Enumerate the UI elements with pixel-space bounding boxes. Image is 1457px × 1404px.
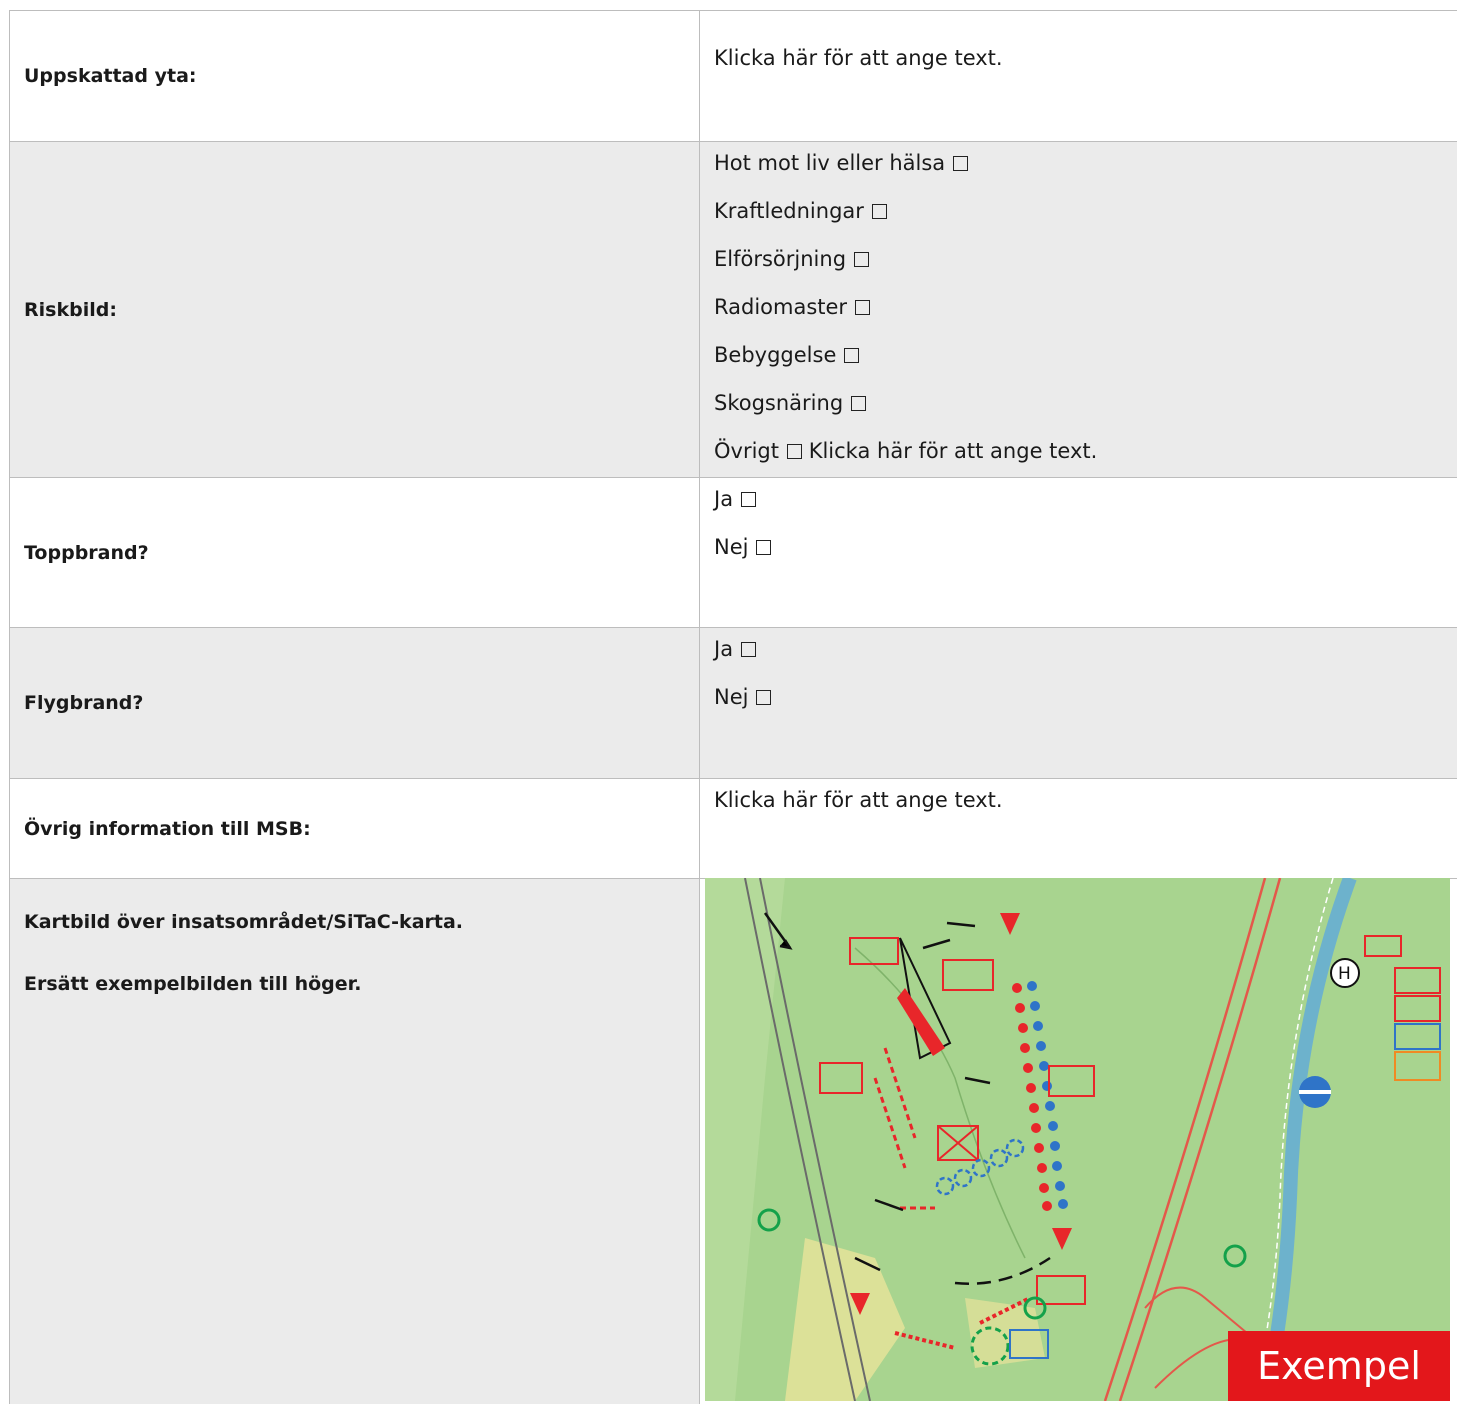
other-info-field[interactable]: Klicka här för att ange text. [700, 779, 1457, 878]
example-stamp: Exempel [1228, 1331, 1450, 1401]
risk-option-power-supply[interactable]: Elförsörjning [714, 244, 1457, 292]
other-info-label: Övrig information till MSB: [10, 779, 700, 878]
row-fly-fire: Flygbrand? Ja Nej [9, 628, 1457, 779]
risk-option-forestry[interactable]: Skogsnäring [714, 388, 1457, 436]
risk-option-powerlines[interactable]: Kraftledningar [714, 196, 1457, 244]
estimated-area-field[interactable]: Klicka här för att ange text. [700, 11, 1457, 141]
risk-option-buildings[interactable]: Bebyggelse [714, 340, 1457, 388]
checkbox[interactable] [741, 492, 757, 507]
fly-fire-label: Flygbrand? [10, 628, 700, 778]
checkbox[interactable] [854, 252, 870, 267]
risk-option-radio-masts[interactable]: Radiomaster [714, 292, 1457, 340]
map-image[interactable]: H Exempel [705, 878, 1450, 1401]
risk-option-life[interactable]: Hot mot liv eller hälsa [714, 148, 1457, 196]
checkbox[interactable] [756, 690, 772, 705]
sitac-map: H [705, 878, 1450, 1401]
top-fire-label: Toppbrand? [10, 478, 700, 627]
map-label-instruction: Ersätt exempelbilden till höger. [24, 973, 362, 995]
estimated-area-label: Uppskattad yta: [10, 11, 700, 141]
risk-label: Riskbild: [10, 142, 700, 477]
other-text-field[interactable]: Klicka här för att ange text. [809, 439, 1098, 463]
checkbox[interactable] [741, 642, 757, 657]
checkbox[interactable] [871, 204, 887, 219]
map-label-title: Kartbild över insatsområdet/SiTaC-karta. [24, 911, 464, 933]
top-fire-no[interactable]: Nej [714, 532, 1457, 580]
top-fire-options: Ja Nej [700, 478, 1457, 627]
row-estimated-area: Uppskattad yta: Klicka här för att ange … [9, 11, 1457, 142]
checkbox[interactable] [953, 156, 969, 171]
map-label: Kartbild över insatsområdet/SiTaC-karta.… [10, 879, 700, 1404]
row-risk: Riskbild: Hot mot liv eller hälsa Kraftl… [9, 142, 1457, 478]
checkbox[interactable] [787, 444, 802, 459]
row-top-fire: Toppbrand? Ja Nej [9, 478, 1457, 628]
risk-options: Hot mot liv eller hälsa Kraftledningar E… [700, 142, 1457, 477]
checkbox[interactable] [756, 540, 772, 555]
fly-fire-yes[interactable]: Ja [714, 634, 1457, 682]
top-fire-yes[interactable]: Ja [714, 484, 1457, 532]
risk-option-other[interactable]: Övrigt Klicka här för att ange text. [714, 436, 1457, 484]
svg-text:H: H [1338, 964, 1351, 984]
fly-fire-no[interactable]: Nej [714, 682, 1457, 730]
row-other-info: Övrig information till MSB: Klicka här f… [9, 779, 1457, 879]
fly-fire-options: Ja Nej [700, 628, 1457, 778]
checkbox[interactable] [844, 348, 860, 363]
checkbox[interactable] [851, 396, 867, 411]
checkbox[interactable] [855, 300, 871, 315]
